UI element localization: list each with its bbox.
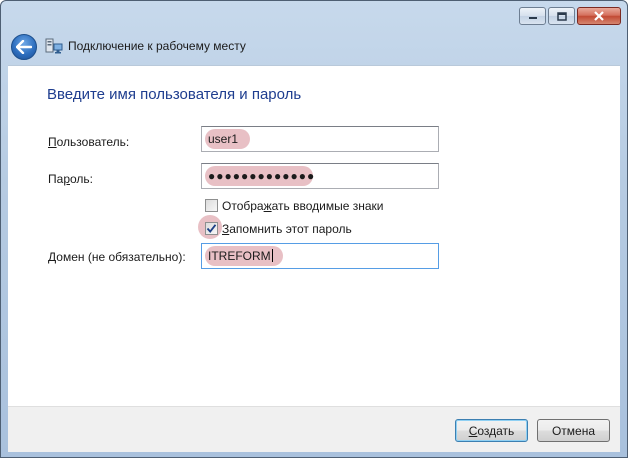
domain-label: Домен (не обязательно): (48, 250, 186, 264)
close-button[interactable] (577, 7, 621, 25)
remember-label-rest: апомнить этот пароль (229, 222, 352, 236)
close-icon (594, 11, 604, 21)
dialog-content: Введите имя пользователя и пароль Пользо… (8, 65, 620, 407)
minimize-button[interactable] (519, 7, 546, 25)
maximize-icon (556, 11, 567, 21)
cancel-button[interactable]: Отмена (537, 419, 610, 442)
domain-label-text: омен (не обязательно): (56, 250, 186, 264)
username-field[interactable]: user1 (201, 126, 439, 152)
title-bar: Подключение к рабочему месту (1, 1, 627, 65)
show-chars-label-prefix: Отобра (222, 199, 264, 213)
caption-buttons (517, 7, 621, 25)
create-button-label: оздать (477, 423, 515, 438)
create-button[interactable]: Создать (455, 419, 528, 442)
page-heading: Введите имя пользователя и пароль (47, 86, 302, 103)
back-button[interactable] (11, 34, 37, 60)
back-arrow-icon (16, 40, 32, 54)
username-value: user1 (208, 132, 239, 146)
show-chars-label-mnemonic: ж (263, 199, 272, 213)
minimize-icon (528, 17, 537, 19)
create-button-mnemonic: С (468, 423, 478, 438)
password-value: ●●●●●●●●●●●●● (208, 169, 316, 183)
dialog-window: Подключение к рабочему месту Введите имя… (0, 0, 628, 458)
username-label-text: ользователь: (56, 135, 130, 149)
password-label-prefix: Па (48, 172, 64, 186)
window-title: Подключение к рабочему месту (68, 39, 246, 53)
password-label: Пароль: (48, 172, 93, 186)
password-label-mnemonic: р (63, 172, 70, 186)
checkmark-icon (206, 224, 217, 234)
show-chars-label[interactable]: Отображать вводимые знаки (222, 199, 384, 213)
text-caret (271, 249, 273, 262)
remember-checkbox[interactable] (205, 222, 218, 235)
domain-field[interactable]: ITREFORM (201, 243, 439, 269)
password-label-rest: оль: (70, 172, 93, 186)
username-label: Пользователь: (48, 135, 129, 149)
network-connection-icon (45, 38, 63, 54)
maximize-button[interactable] (548, 7, 575, 25)
show-chars-checkbox[interactable] (205, 199, 218, 212)
password-field[interactable]: ●●●●●●●●●●●●● (201, 163, 439, 189)
show-chars-label-rest: ать вводимые знаки (271, 199, 384, 213)
button-bar: Создать Отмена (8, 406, 620, 452)
username-label-mnemonic: П (48, 135, 57, 149)
domain-value: ITREFORM (208, 249, 271, 263)
domain-value-wrap: ITREFORM (208, 249, 273, 263)
remember-label[interactable]: Запомнить этот пароль (222, 222, 352, 236)
